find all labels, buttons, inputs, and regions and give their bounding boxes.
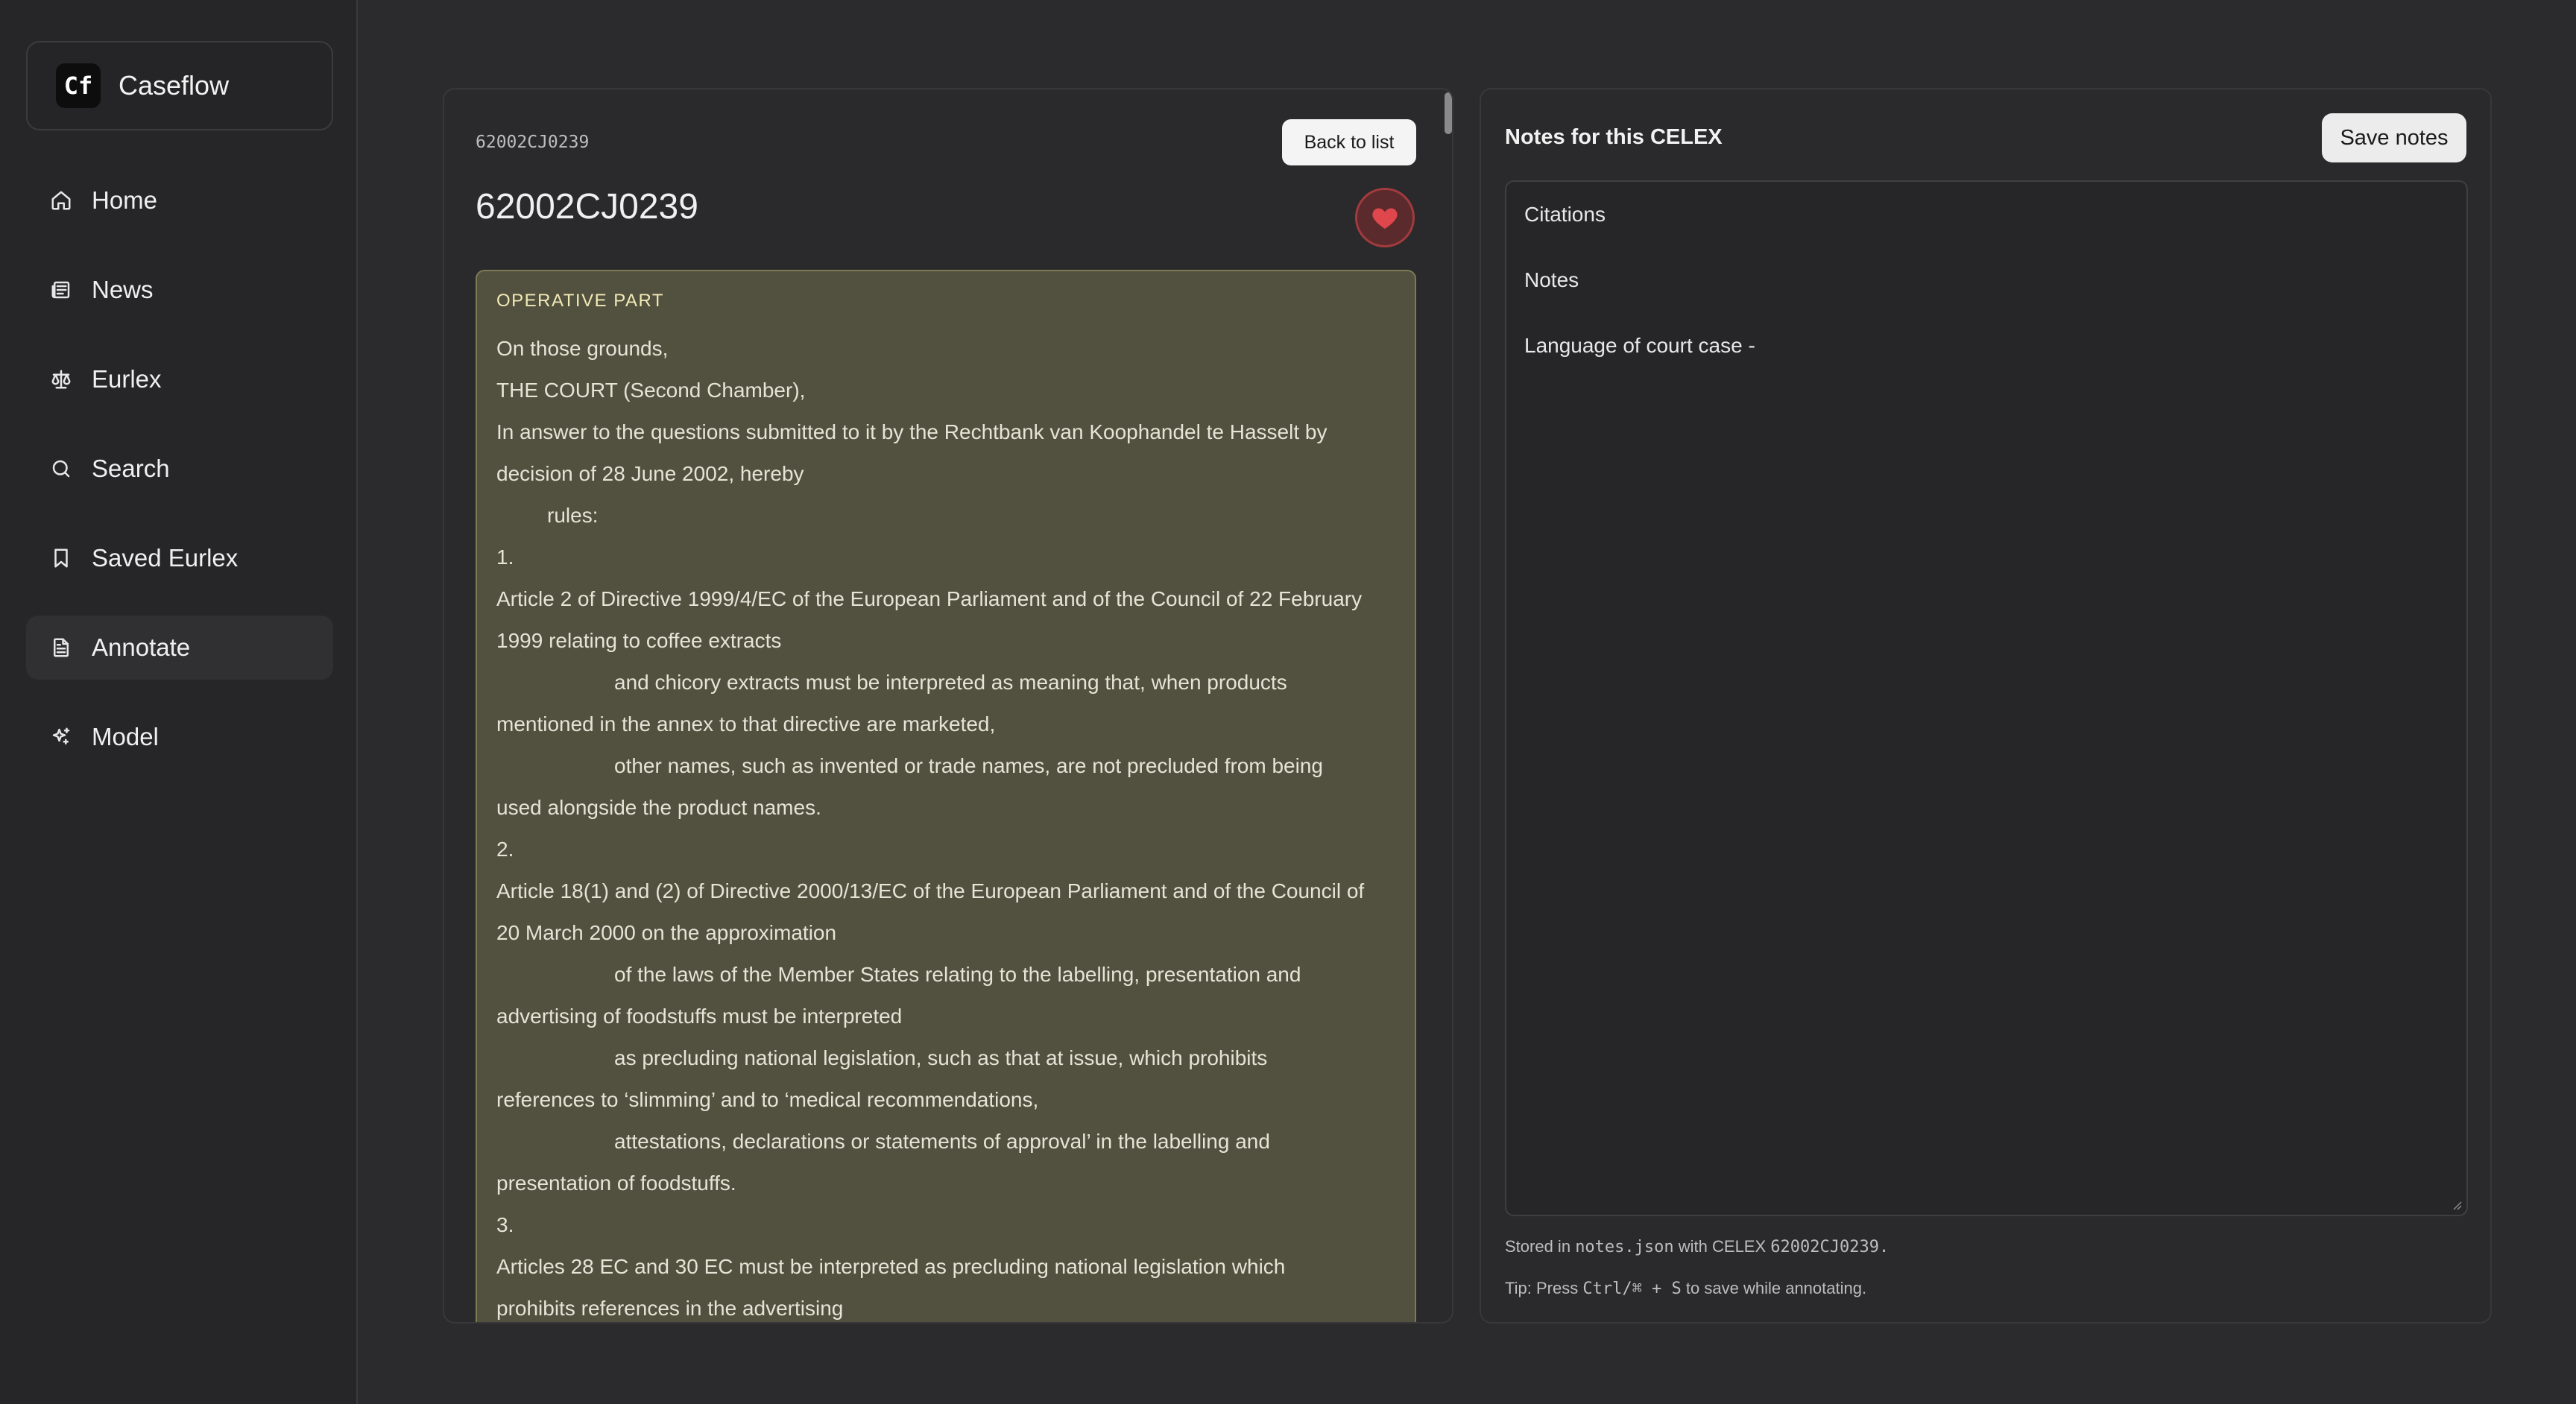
operative-line: advertising of foodstuffs must be interp… [496, 1005, 903, 1028]
operative-line: On those grounds, [496, 337, 669, 360]
save-notes-button[interactable]: Save notes [2322, 113, 2466, 162]
sparkles-icon [48, 724, 74, 750]
sidebar-item-search[interactable]: Search [26, 437, 333, 501]
storage-celex: 62002CJ0239. [1770, 1238, 1890, 1256]
operative-line: as precluding national legislation, such… [614, 1046, 1268, 1069]
document-icon [48, 635, 74, 660]
sidebar-item-label: Search [92, 455, 170, 482]
notes-textarea[interactable]: Citations Notes Language of court case - [1505, 180, 2468, 1216]
save-tip: Tip: Press Ctrl/⌘ + S to save while anno… [1505, 1279, 1866, 1298]
operative-line: of the laws of the Member States relatin… [614, 963, 1301, 986]
sidebar-item-model[interactable]: Model [26, 705, 333, 769]
document-panel: 62002CJ0239 Back to list 62002CJ0239 OPE… [443, 88, 1453, 1324]
sidebar-item-label: News [92, 276, 154, 303]
sidebar-item-news[interactable]: News [26, 258, 333, 322]
newspaper-icon [48, 277, 74, 303]
brand-logo: Cf [56, 63, 101, 108]
brand[interactable]: Cf Caseflow [26, 41, 333, 130]
operative-line: 1999 relating to coffee extracts [496, 629, 782, 652]
operative-line: Articles 28 EC and 30 EC must be interpr… [496, 1255, 1286, 1278]
operative-line: rules: [547, 504, 599, 527]
operative-line: and chicory extracts must be interpreted… [614, 671, 1287, 694]
sidebar-item-label: Saved Eurlex [92, 544, 239, 572]
scrollbar-thumb[interactable] [1445, 92, 1452, 134]
operative-line: Article 18(1) and (2) of Directive 2000/… [496, 879, 1365, 902]
sidebar-item-label: Eurlex [92, 365, 162, 393]
sidebar-item-eurlex[interactable]: Eurlex [26, 347, 333, 411]
back-to-list-button[interactable]: Back to list [1282, 119, 1416, 165]
tip-shortcut: Ctrl/⌘ + S [1582, 1280, 1682, 1298]
notes-text-line: Notes [1524, 268, 1579, 291]
operative-line: prohibits references in the advertising [496, 1297, 844, 1320]
storage-file: notes.json [1575, 1238, 1674, 1256]
tip-prefix: Tip: Press [1505, 1279, 1579, 1297]
operative-heading: OPERATIVE PART [496, 291, 665, 311]
storage-info-prefix: Stored in [1505, 1237, 1571, 1256]
notes-text-line: Language of court case - [1524, 334, 1755, 357]
sidebar-item-annotate[interactable]: Annotate [26, 616, 333, 680]
operative-part: OPERATIVE PART On those grounds, THE COU… [476, 270, 1416, 1322]
sidebar-item-label: Model [92, 723, 159, 750]
operative-line: other names, such as invented or trade n… [614, 754, 1323, 777]
bookmark-icon [48, 546, 74, 571]
notes-title: Notes for this CELEX [1505, 125, 1723, 149]
operative-line: 3. [496, 1213, 514, 1236]
operative-line: Article 2 of Directive 1999/4/EC of the … [496, 587, 1363, 610]
sidebar-item-label: Home [92, 186, 158, 214]
sidebar-item-label: Annotate [92, 633, 191, 661]
operative-line: THE COURT (Second Chamber), [496, 379, 806, 402]
search-icon [48, 456, 74, 481]
sidebar-nav: Home News Eurlex Search Saved Eurlex Ann… [26, 168, 333, 794]
operative-line: attestations, declarations or statements… [614, 1130, 1270, 1153]
operative-line: 20 March 2000 on the approximation [496, 921, 837, 944]
sidebar-item-saved-eurlex[interactable]: Saved Eurlex [26, 526, 333, 590]
operative-line: 2. [496, 838, 514, 861]
celex-id: 62002CJ0239 [476, 133, 590, 152]
operative-line: 1. [496, 546, 514, 569]
resize-handle-icon[interactable] [2450, 1198, 2462, 1210]
notes-text-line: Citations [1524, 203, 1606, 226]
page-title: 62002CJ0239 [476, 187, 698, 227]
storage-info: Stored in notes.json with CELEX 62002CJ0… [1505, 1237, 1889, 1256]
operative-line: presentation of foodstuffs. [496, 1171, 736, 1195]
storage-info-mid: with CELEX [1678, 1237, 1767, 1256]
operative-line: In answer to the questions submitted to … [496, 420, 1328, 443]
brand-name: Caseflow [119, 70, 230, 101]
heart-icon [1372, 208, 1398, 229]
operative-line: used alongside the product names. [496, 796, 821, 819]
scale-icon [48, 367, 74, 392]
home-icon [48, 188, 74, 213]
favorite-button[interactable] [1355, 188, 1415, 247]
operative-line: references to ‘slimming’ and to ‘medical… [496, 1088, 1039, 1111]
tip-suffix: to save while annotating. [1685, 1279, 1867, 1297]
operative-line: mentioned in the annex to that directive… [496, 712, 996, 736]
operative-line: decision of 28 June 2002, hereby [496, 462, 804, 485]
sidebar-item-home[interactable]: Home [26, 168, 333, 233]
notes-panel: Notes for this CELEX Save notes Citation… [1480, 88, 2492, 1324]
sidebar: Cf Caseflow Home News Eurlex Search Save… [0, 0, 358, 1404]
